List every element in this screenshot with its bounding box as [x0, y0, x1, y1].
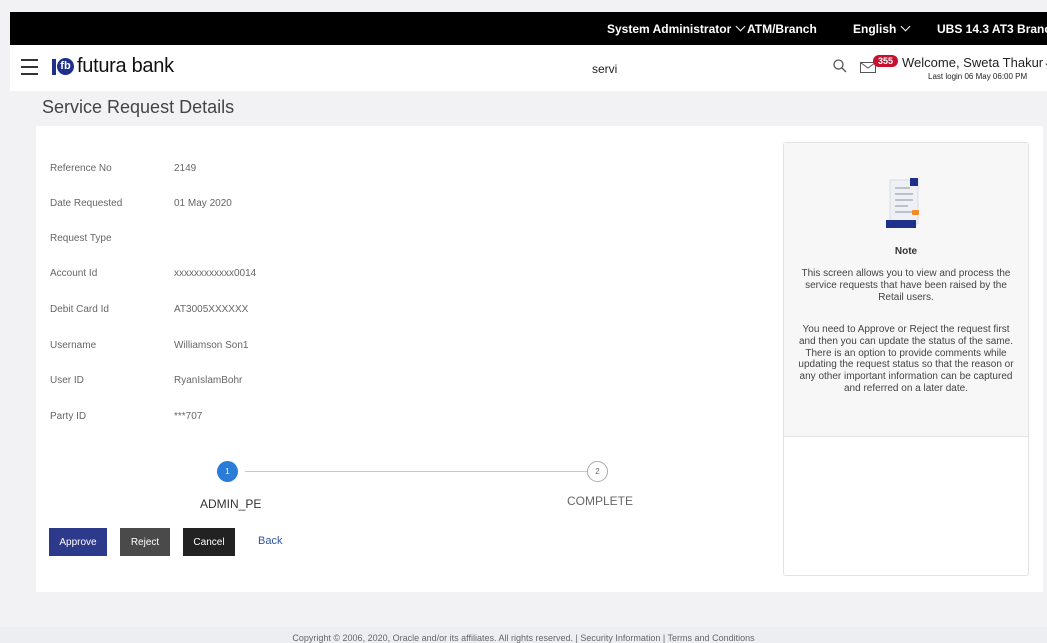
details-card: Reference No 2149 Date Requested 01 May … [36, 126, 1043, 592]
footer-copyright: Copyright © 2006, 2020, Oracle and/or it… [292, 633, 755, 643]
field-label-username: Username [50, 340, 97, 351]
note-panel: Note This screen allows you to view and … [783, 142, 1029, 576]
field-label-date-requested: Date Requested [50, 198, 123, 209]
reject-button[interactable]: Reject [120, 528, 170, 556]
welcome-text[interactable]: Welcome, Sweta Thakur [902, 55, 1043, 70]
branch-selector[interactable]: UBS 14.3 AT3 Branch [937, 22, 1047, 36]
document-note-icon [886, 178, 919, 228]
last-login-text: Last login 06 May 06:00 PM [928, 72, 1028, 81]
chevron-down-icon [735, 21, 746, 32]
role-selector[interactable]: System Administrator [607, 21, 746, 36]
mail-count-badge: 355 [873, 55, 899, 67]
field-label-user-id: User ID [50, 375, 84, 386]
field-value-debit-card-id: AT3005XXXXXX [174, 304, 249, 315]
role-label: System Administrator [607, 22, 732, 36]
field-label-party-id: Party ID [50, 411, 87, 422]
field-value-party-id: ***707 [174, 411, 203, 422]
back-link[interactable]: Back [258, 535, 282, 547]
top-bar: System Administrator ATM/Branch English … [10, 12, 1047, 45]
field-label-account-id: Account Id [50, 268, 98, 279]
cancel-button[interactable]: Cancel [183, 528, 235, 556]
search-icon[interactable] [833, 59, 847, 73]
field-value-date-requested: 01 May 2020 [174, 198, 232, 209]
note-title: Note [894, 246, 918, 257]
note-paragraph-2: You need to Approve or Reject the reques… [798, 324, 1014, 394]
logo-text: futura bank [77, 55, 174, 77]
stepper-line [245, 471, 594, 472]
field-label-request-type: Request Type [50, 233, 112, 244]
field-label-reference-no: Reference No [50, 163, 112, 174]
field-value-account-id: xxxxxxxxxxxx0014 [174, 268, 257, 279]
language-label: English [853, 22, 897, 36]
approve-button[interactable]: Approve [49, 528, 107, 556]
page-title: Service Request Details [42, 97, 235, 117]
header: fb futura bank servi 355 Welcome, Sweta … [10, 45, 1047, 91]
language-selector[interactable]: English [853, 21, 911, 36]
field-value-reference-no: 2149 [174, 163, 197, 174]
atm-branch-link[interactable]: ATM/Branch [747, 22, 817, 36]
step-1-label: ADMIN_PE [200, 497, 262, 511]
field-value-user-id: RyanIslamBohr [174, 375, 243, 386]
step-1-indicator: 1 [217, 461, 238, 482]
chevron-down-icon [900, 21, 911, 32]
step-2-label: COMPLETE [567, 494, 634, 508]
hamburger-menu-icon[interactable] [21, 59, 38, 75]
step-2-indicator: 2 [587, 461, 608, 482]
field-value-username: Williamson Son1 [174, 340, 249, 351]
search-input[interactable]: servi [592, 62, 617, 76]
bank-logo-icon: fb [52, 56, 74, 78]
note-paragraph-1: This screen allows you to view and proce… [801, 268, 1011, 303]
field-label-debit-card-id: Debit Card Id [50, 304, 109, 315]
logo[interactable]: fb futura bank [52, 55, 174, 78]
